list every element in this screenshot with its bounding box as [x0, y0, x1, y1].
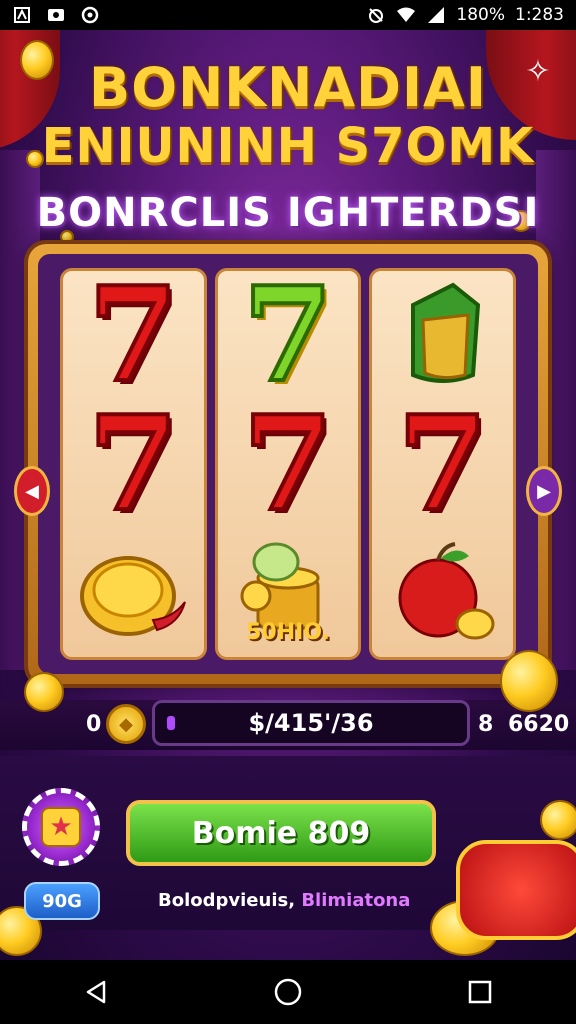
wifi-icon	[397, 7, 416, 22]
gold-coin-chili-icon	[68, 533, 198, 653]
red-seven-icon: 7	[86, 386, 180, 540]
gift-box-icon[interactable]	[456, 840, 576, 940]
decorative-coin-icon	[540, 800, 576, 840]
small-bonus-button[interactable]: 90G	[24, 882, 100, 920]
battery-text: 180%	[456, 5, 505, 25]
coin-icon[interactable]: ◆	[106, 704, 146, 744]
balance-value: $/415'/36	[248, 709, 374, 737]
red-seven-icon: 7	[241, 386, 335, 540]
clock: 1:283	[515, 5, 564, 25]
recents-icon[interactable]	[450, 962, 510, 1022]
previous-arrow-icon[interactable]: ◀	[14, 466, 50, 516]
bottom-caption-white: Bolodpvieuis,	[158, 890, 296, 911]
status-bar: 180% 1:283	[0, 0, 576, 30]
sync-icon	[81, 6, 99, 24]
reels-container: 7 7 7 7 50HIO. 7	[38, 254, 538, 674]
alarm-icon	[369, 8, 384, 23]
green-seven-icon: 7	[241, 258, 335, 412]
win-value: 6620	[508, 712, 570, 737]
reel-2[interactable]: 7 7 50HIO.	[214, 258, 362, 660]
media-icon	[48, 9, 64, 21]
home-icon[interactable]	[258, 962, 318, 1022]
lines-value: 8	[478, 712, 494, 737]
bonus-chip-button[interactable]: ★	[22, 788, 100, 866]
reel-1[interactable]: 7 7	[60, 268, 207, 660]
signal-icon	[428, 7, 445, 23]
navigation-bar	[0, 960, 576, 1024]
game-title-line-1: BONKNADIAI	[89, 56, 487, 119]
red-seven-icon: 7	[395, 386, 489, 540]
next-arrow-icon[interactable]: ▶	[526, 466, 562, 516]
sparkle-icon[interactable]: ✧	[520, 54, 556, 90]
star-icon: ★	[41, 807, 81, 847]
balance-indicator-icon	[167, 716, 175, 730]
game-title-line-3: BONRCLIS IGHTERDSI	[36, 190, 540, 236]
reel-win-label: 50HIO.	[246, 620, 330, 645]
reel-3[interactable]: 7	[369, 268, 517, 660]
slot-machine-frame: 7 7 7 7 50HIO. 7	[28, 244, 548, 684]
decorative-coin-icon	[500, 650, 558, 712]
money-bag-icon	[378, 275, 508, 395]
game-title-line-2: ENIUNINH S7OMK	[41, 118, 535, 174]
red-apple-icon	[378, 533, 508, 653]
mail-icon	[14, 7, 30, 23]
back-icon[interactable]	[66, 962, 126, 1022]
main-spin-button[interactable]: Bomie 809	[126, 800, 436, 866]
decorative-coin-icon	[24, 672, 64, 712]
bottom-caption: Bolodpvieuis, Blimiatona	[158, 890, 410, 911]
red-seven-icon: 7	[86, 258, 180, 412]
bottom-caption-highlight: Blimiatona	[301, 890, 411, 911]
balance-display: $/415'/36	[152, 700, 470, 746]
bet-level-value: 0	[86, 712, 102, 737]
